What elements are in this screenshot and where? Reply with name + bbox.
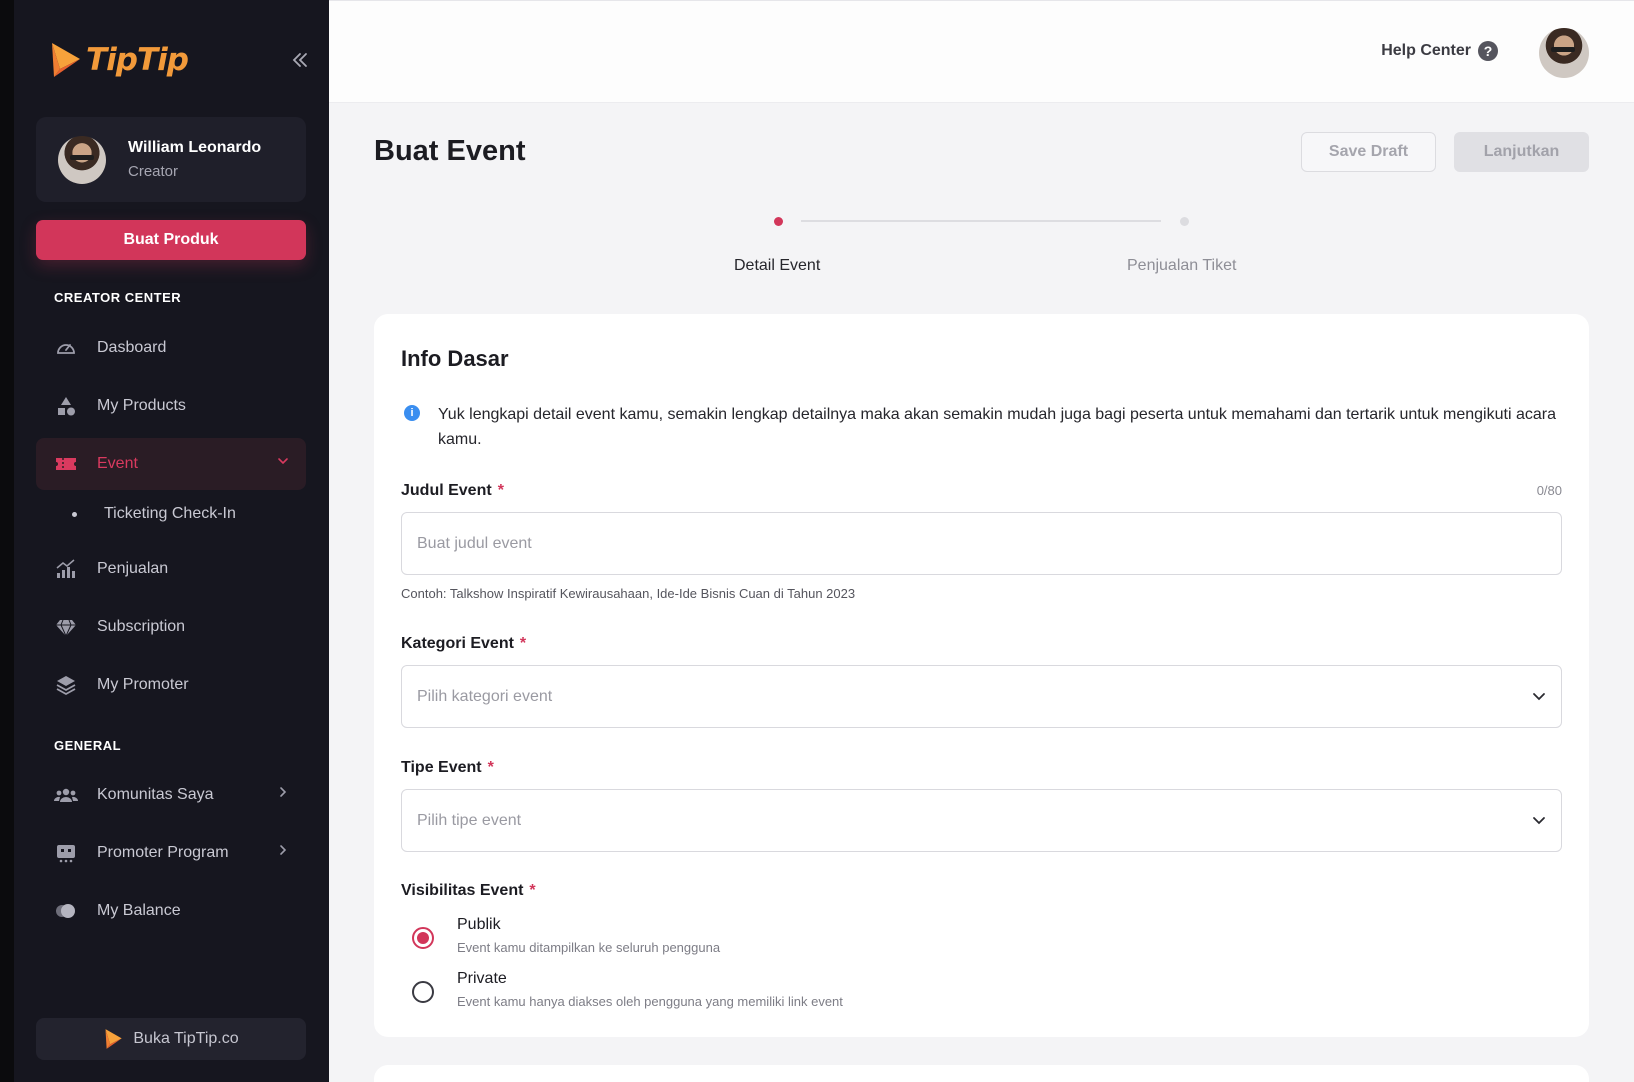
event-title-input[interactable] bbox=[401, 512, 1562, 575]
save-draft-button[interactable]: Save Draft bbox=[1301, 132, 1436, 172]
continue-button[interactable]: Lanjutkan bbox=[1454, 132, 1589, 172]
sidebar-item-dashboard[interactable]: Dasboard bbox=[36, 322, 306, 374]
sidebar-item-label: Subscription bbox=[97, 618, 186, 635]
info-dasar-card: Info Dasar i Yuk lengkapi detail event k… bbox=[374, 314, 1589, 1037]
char-counter: 0/80 bbox=[1536, 483, 1562, 498]
title-field-label-text: Judul Event bbox=[401, 482, 492, 499]
profile-role: Creator bbox=[128, 163, 179, 180]
page-title: Buat Event bbox=[374, 135, 526, 167]
creator-center-title: CREATOR CENTER bbox=[54, 290, 182, 305]
dot-icon bbox=[72, 511, 77, 517]
info-banner: i Yuk lengkapi detail event kamu, semaki… bbox=[404, 402, 1564, 452]
sidebar: TipTip William Leonardo Creator Buat Pro… bbox=[0, 0, 329, 1082]
title-field-label: Judul Event * bbox=[401, 482, 504, 500]
category-field-label: Kategori Event * bbox=[401, 635, 526, 653]
sidebar-item-penjualan[interactable]: Penjualan bbox=[36, 543, 306, 595]
sidebar-subitem-ticketing-checkin[interactable]: Ticketing Check-In bbox=[36, 492, 306, 536]
sidebar-item-label: My Products bbox=[97, 397, 186, 414]
sidebar-item-label: Promoter Program bbox=[97, 844, 229, 861]
sidebar-item-label: Dasboard bbox=[97, 339, 167, 356]
robot-icon bbox=[54, 841, 78, 865]
step-dot-active bbox=[774, 217, 783, 226]
general-title: GENERAL bbox=[54, 738, 122, 753]
type-field-label-text: Tipe Event bbox=[401, 759, 482, 776]
title-hint: Contoh: Talkshow Inspiratif Kewirausahaa… bbox=[401, 586, 856, 601]
radio-label: Private bbox=[457, 970, 507, 987]
category-field-label-text: Kategori Event bbox=[401, 635, 514, 652]
step-dot-inactive bbox=[1180, 217, 1189, 226]
required-mark: * bbox=[529, 882, 536, 899]
radio-label: Publik bbox=[457, 916, 501, 933]
brand-logo[interactable]: TipTip bbox=[48, 38, 316, 82]
main-content: Help Center ? Buat Event Save Draft Lanj… bbox=[329, 0, 1634, 1082]
sidebar-item-label: Event bbox=[97, 455, 138, 472]
layers-icon bbox=[54, 673, 78, 697]
stepper-line bbox=[801, 220, 1161, 222]
required-mark: * bbox=[497, 482, 504, 499]
profile-card[interactable]: William Leonardo Creator bbox=[36, 117, 306, 202]
event-type-select[interactable]: Pilih tipe event bbox=[401, 789, 1562, 852]
radio-description: Event kamu ditampilkan ke seluruh penggu… bbox=[457, 940, 721, 955]
tiptip-logo-icon bbox=[52, 43, 80, 77]
required-mark: * bbox=[487, 759, 494, 776]
chevron-right-icon bbox=[276, 843, 290, 860]
question-circle-icon: ? bbox=[1478, 41, 1498, 61]
category-placeholder: Pilih kategori event bbox=[417, 687, 553, 705]
sidebar-item-subscription[interactable]: Subscription bbox=[36, 601, 306, 653]
ticket-icon bbox=[54, 452, 78, 476]
next-section-card bbox=[374, 1065, 1589, 1082]
step-detail-event[interactable]: Detail Event bbox=[734, 257, 820, 275]
radio-publik[interactable] bbox=[412, 927, 434, 949]
type-placeholder: Pilih tipe event bbox=[417, 811, 522, 829]
type-field-label: Tipe Event * bbox=[401, 759, 494, 777]
chevron-right-icon bbox=[276, 785, 290, 802]
sidebar-item-label: My Balance bbox=[97, 902, 181, 919]
visibility-option-publik[interactable]: Publik Event kamu ditampilkan ke seluruh… bbox=[412, 916, 720, 955]
info-text: Yuk lengkapi detail event kamu, semakin … bbox=[438, 406, 1556, 448]
event-category-select[interactable]: Pilih kategori event bbox=[401, 665, 1562, 728]
collapse-sidebar-button[interactable] bbox=[284, 44, 316, 76]
sidebar-item-label: Penjualan bbox=[97, 560, 169, 577]
gauge-icon bbox=[54, 336, 78, 360]
double-chevron-left-icon bbox=[292, 53, 307, 67]
coins-icon bbox=[54, 899, 78, 923]
tiptip-logo-icon bbox=[105, 1029, 123, 1049]
visibility-field-label: Visibilitas Event * bbox=[401, 882, 536, 900]
sidebar-item-label: Ticketing Check-In bbox=[104, 505, 236, 522]
shapes-icon bbox=[54, 394, 78, 418]
sidebar-item-label: My Promoter bbox=[97, 676, 189, 693]
radio-description: Event kamu hanya diakses oleh pengguna y… bbox=[457, 994, 843, 1009]
section-title: Info Dasar bbox=[401, 346, 509, 371]
sidebar-item-my-promoter[interactable]: My Promoter bbox=[36, 659, 306, 711]
step-penjualan-tiket[interactable]: Penjualan Tiket bbox=[1127, 257, 1236, 275]
visibility-field-label-text: Visibilitas Event bbox=[401, 882, 524, 899]
sidebar-item-label: Komunitas Saya bbox=[97, 786, 214, 803]
users-icon bbox=[54, 783, 78, 807]
open-site-label: Buka TipTip.co bbox=[133, 1030, 239, 1047]
chevron-down-icon bbox=[1533, 817, 1545, 825]
diamond-icon bbox=[54, 615, 78, 639]
avatar bbox=[58, 135, 106, 184]
profile-name: William Leonardo bbox=[128, 139, 262, 156]
sidebar-item-komunitas-saya[interactable]: Komunitas Saya bbox=[36, 769, 306, 821]
create-product-button[interactable]: Buat Produk bbox=[36, 220, 306, 260]
brand-name: TipTip bbox=[86, 42, 189, 78]
open-tiptip-site-button[interactable]: Buka TipTip.co bbox=[36, 1018, 306, 1060]
info-icon: i bbox=[404, 405, 420, 421]
user-avatar-button[interactable] bbox=[1539, 28, 1589, 78]
visibility-option-private[interactable]: Private Event kamu hanya diakses oleh pe… bbox=[412, 970, 843, 1009]
sidebar-item-my-products[interactable]: My Products bbox=[36, 380, 306, 432]
required-mark: * bbox=[519, 635, 527, 652]
chevron-down-icon bbox=[1533, 693, 1545, 701]
sidebar-item-promoter-program[interactable]: Promoter Program bbox=[36, 827, 306, 879]
help-center-link[interactable]: Help Center ? bbox=[1381, 41, 1498, 61]
topbar: Help Center ? bbox=[329, 1, 1634, 103]
sidebar-item-event[interactable]: Event bbox=[36, 438, 306, 490]
help-center-label: Help Center bbox=[1381, 42, 1471, 59]
sidebar-item-my-balance[interactable]: My Balance bbox=[36, 885, 306, 937]
chevron-down-icon bbox=[276, 454, 290, 471]
chart-bars-icon bbox=[54, 557, 78, 581]
radio-private[interactable] bbox=[412, 981, 434, 1003]
